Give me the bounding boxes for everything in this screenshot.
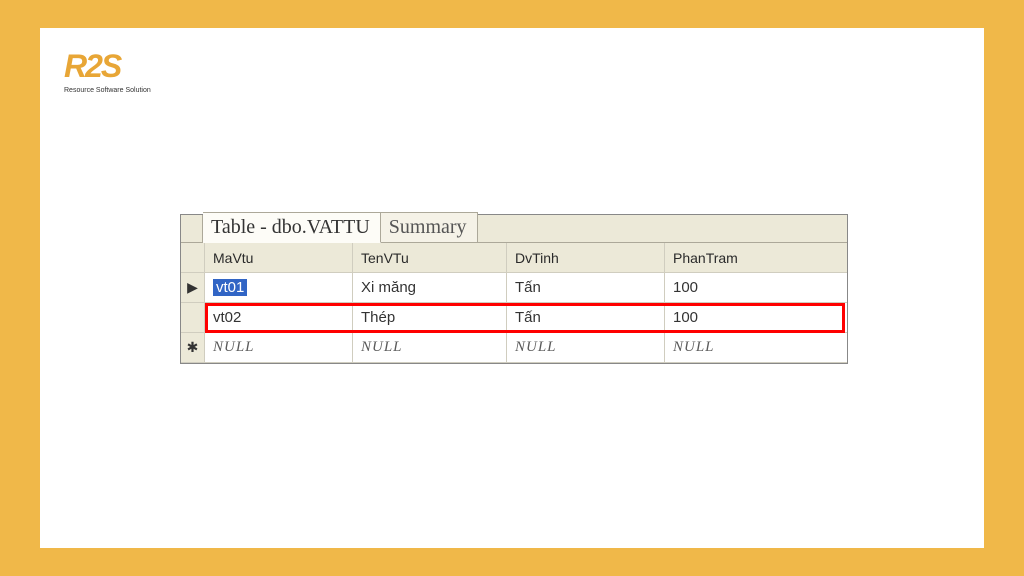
table-row[interactable]: vt02 Thép Tấn 100 bbox=[181, 303, 847, 333]
tab-bar: Table - dbo.VATTU Summary bbox=[181, 215, 847, 243]
grid-body: MaVtu TenVTu DvTinh PhanTram ▶ vt01 Xi m… bbox=[181, 243, 847, 363]
grid-cell[interactable]: Thép bbox=[353, 303, 507, 332]
grid-cell[interactable]: Tấn bbox=[507, 273, 665, 302]
tab-table[interactable]: Table - dbo.VATTU bbox=[203, 212, 381, 243]
column-header[interactable]: PhanTram bbox=[665, 243, 847, 272]
column-header[interactable]: MaVtu bbox=[205, 243, 353, 272]
selected-cell-value: vt01 bbox=[213, 279, 247, 296]
grid-cell[interactable]: 100 bbox=[665, 303, 847, 332]
table-row[interactable]: ▶ vt01 Xi măng Tấn 100 bbox=[181, 273, 847, 303]
grid-cell[interactable]: Xi măng bbox=[353, 273, 507, 302]
data-grid-window: Table - dbo.VATTU Summary MaVtu TenVTu D… bbox=[180, 214, 848, 364]
tab-label: Table - dbo.VATTU bbox=[211, 216, 370, 239]
row-marker-header bbox=[181, 243, 205, 272]
logo-text: R2S bbox=[64, 48, 120, 85]
grid-cell[interactable]: vt02 bbox=[205, 303, 353, 332]
logo-subtitle: Resource Software Solution bbox=[64, 87, 151, 94]
grid-header-row: MaVtu TenVTu DvTinh PhanTram bbox=[181, 243, 847, 273]
grid-cell[interactable]: NULL bbox=[353, 333, 507, 362]
grid-cell[interactable]: 100 bbox=[665, 273, 847, 302]
table-row-new[interactable]: ✱ NULL NULL NULL NULL bbox=[181, 333, 847, 363]
column-header[interactable]: DvTinh bbox=[507, 243, 665, 272]
column-header[interactable]: TenVTu bbox=[353, 243, 507, 272]
tab-label: Summary bbox=[389, 216, 467, 239]
grid-cell[interactable]: NULL bbox=[507, 333, 665, 362]
grid-cell[interactable]: vt01 bbox=[205, 273, 353, 302]
grid-cell[interactable]: NULL bbox=[665, 333, 847, 362]
logo: R2S Resource Software Solution bbox=[64, 48, 151, 94]
tab-summary[interactable]: Summary bbox=[381, 212, 478, 242]
grid-cell[interactable]: Tấn bbox=[507, 303, 665, 332]
row-marker bbox=[181, 303, 205, 332]
tab-spacer bbox=[181, 215, 203, 242]
row-marker-new-icon: ✱ bbox=[181, 333, 205, 362]
row-marker-current-icon: ▶ bbox=[181, 273, 205, 302]
grid-cell[interactable]: NULL bbox=[205, 333, 353, 362]
